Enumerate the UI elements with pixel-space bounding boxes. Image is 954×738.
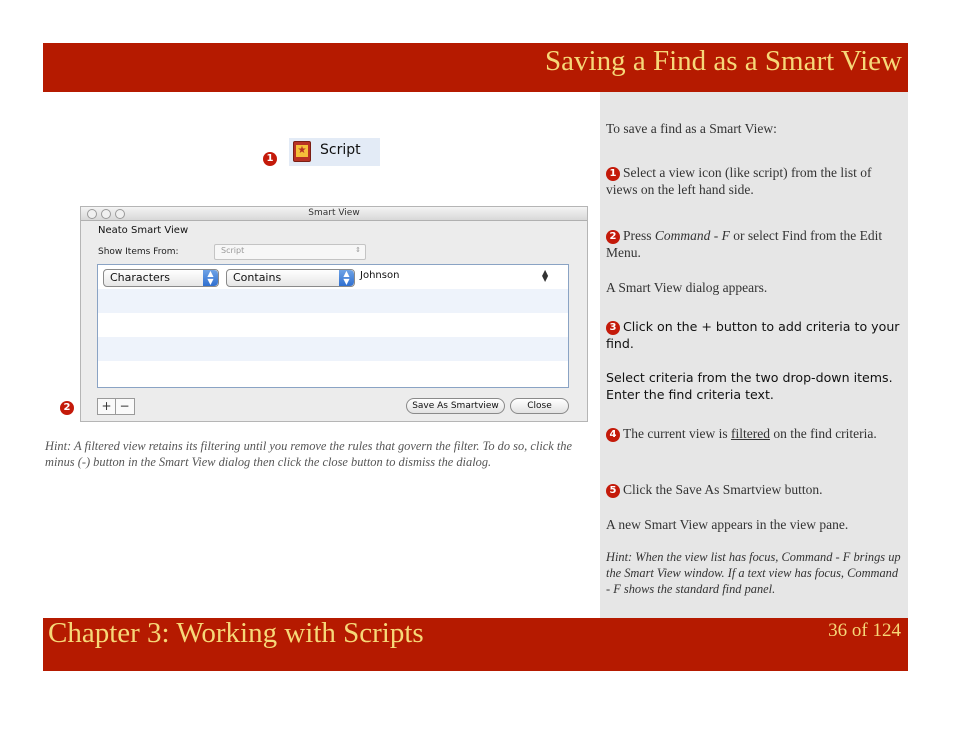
script-view-label: Script: [320, 142, 361, 158]
operator-popup[interactable]: Contains ▲ ▼: [226, 269, 355, 287]
left-hint: Hint: A filtered view retains its filter…: [45, 439, 572, 469]
criteria-text-field[interactable]: Johnson: [360, 270, 399, 281]
step-number-2: 2: [606, 230, 620, 244]
page-number: 36 of 124: [828, 620, 901, 641]
footer-bar: Chapter 3: Working with Scripts 36 of 12…: [43, 617, 908, 671]
select-arrows-icon: ⇕: [355, 246, 361, 254]
show-items-label: Show Items From:: [98, 247, 179, 257]
step-number-1: 1: [606, 167, 620, 181]
script-view-item[interactable]: ★ Script: [289, 138, 380, 166]
step-number-4: 4: [606, 428, 620, 442]
step-5: 5 Click the Save As Smartview button.: [606, 481, 904, 498]
field-popup-value: Characters: [110, 271, 171, 284]
step-number-3: 3: [606, 321, 620, 335]
rules-list: Characters ▲ ▼ Contains ▲ ▼ Johnson ▲ ▼: [97, 264, 569, 388]
dialog-appears-text: A Smart View dialog appears.: [606, 280, 768, 295]
show-items-value: Script: [221, 246, 245, 255]
empty-row: [98, 289, 568, 313]
callout-2: 2: [60, 401, 74, 415]
step-4-text-b: on the find criteria.: [769, 426, 877, 441]
step-2-text-a: Press: [623, 228, 655, 243]
empty-row: [98, 361, 568, 385]
empty-row: [98, 337, 568, 361]
smart-view-dialog: Smart View Neato Smart View Show Items F…: [80, 206, 588, 422]
dialog-titlebar: Smart View: [81, 207, 587, 221]
smart-view-name: Neato Smart View: [98, 225, 189, 236]
filtered-link[interactable]: filtered: [731, 426, 770, 441]
empty-row: [98, 313, 568, 337]
step-3-text: Click on the + button to add criteria to…: [606, 319, 900, 351]
close-button[interactable]: Close: [510, 398, 569, 414]
callout-1: 1: [263, 152, 277, 166]
remove-rule-button[interactable]: −: [116, 399, 133, 414]
dialog-title: Smart View: [308, 208, 360, 218]
add-rule-button[interactable]: +: [98, 399, 115, 414]
chapter-title: Chapter 3: Working with Scripts: [48, 617, 424, 649]
script-book-icon: ★: [293, 141, 311, 162]
step-4-text-a: The current view is: [623, 426, 731, 441]
right-hint: Hint: When the view list has focus, Comm…: [606, 550, 901, 596]
instructions-intro: To save a find as a Smart View:: [606, 121, 777, 136]
show-items-select[interactable]: Script ⇕: [214, 244, 366, 260]
step-1: 1 Select a view icon (like script) from t…: [606, 164, 904, 198]
operator-popup-value: Contains: [233, 271, 282, 284]
step-3: 3 Click on the + button to add criteria t…: [606, 318, 904, 352]
field-popup[interactable]: Characters ▲ ▼: [103, 269, 219, 287]
step-2: 2 Press Command - F or select Find from t…: [606, 227, 904, 261]
step-5-text: Click the Save As Smartview button.: [623, 482, 823, 497]
save-as-smartview-button[interactable]: Save As Smartview: [406, 398, 505, 414]
add-remove-control: + −: [97, 398, 135, 415]
step-1-text: Select a view icon (like script) from th…: [606, 165, 872, 197]
popup-arrows-icon: ▲ ▼: [203, 270, 218, 286]
select-criteria-text: Select criteria from the two drop-down i…: [606, 370, 893, 402]
slide-title: Saving a Find as a Smart View: [545, 45, 902, 77]
popup-arrows-icon: ▲ ▼: [339, 270, 354, 286]
value-stepper-icon[interactable]: ▲ ▼: [542, 269, 548, 283]
header-bar: Saving a Find as a Smart View: [43, 43, 908, 92]
step-number-5: 5: [606, 484, 620, 498]
new-view-text: A new Smart View appears in the view pan…: [606, 517, 849, 532]
step-4: 4 The current view is filtered on the fin…: [606, 425, 904, 442]
rule-row: Characters ▲ ▼ Contains ▲ ▼ Johnson ▲ ▼: [98, 265, 568, 289]
step-2-command: Command - F: [654, 228, 730, 243]
